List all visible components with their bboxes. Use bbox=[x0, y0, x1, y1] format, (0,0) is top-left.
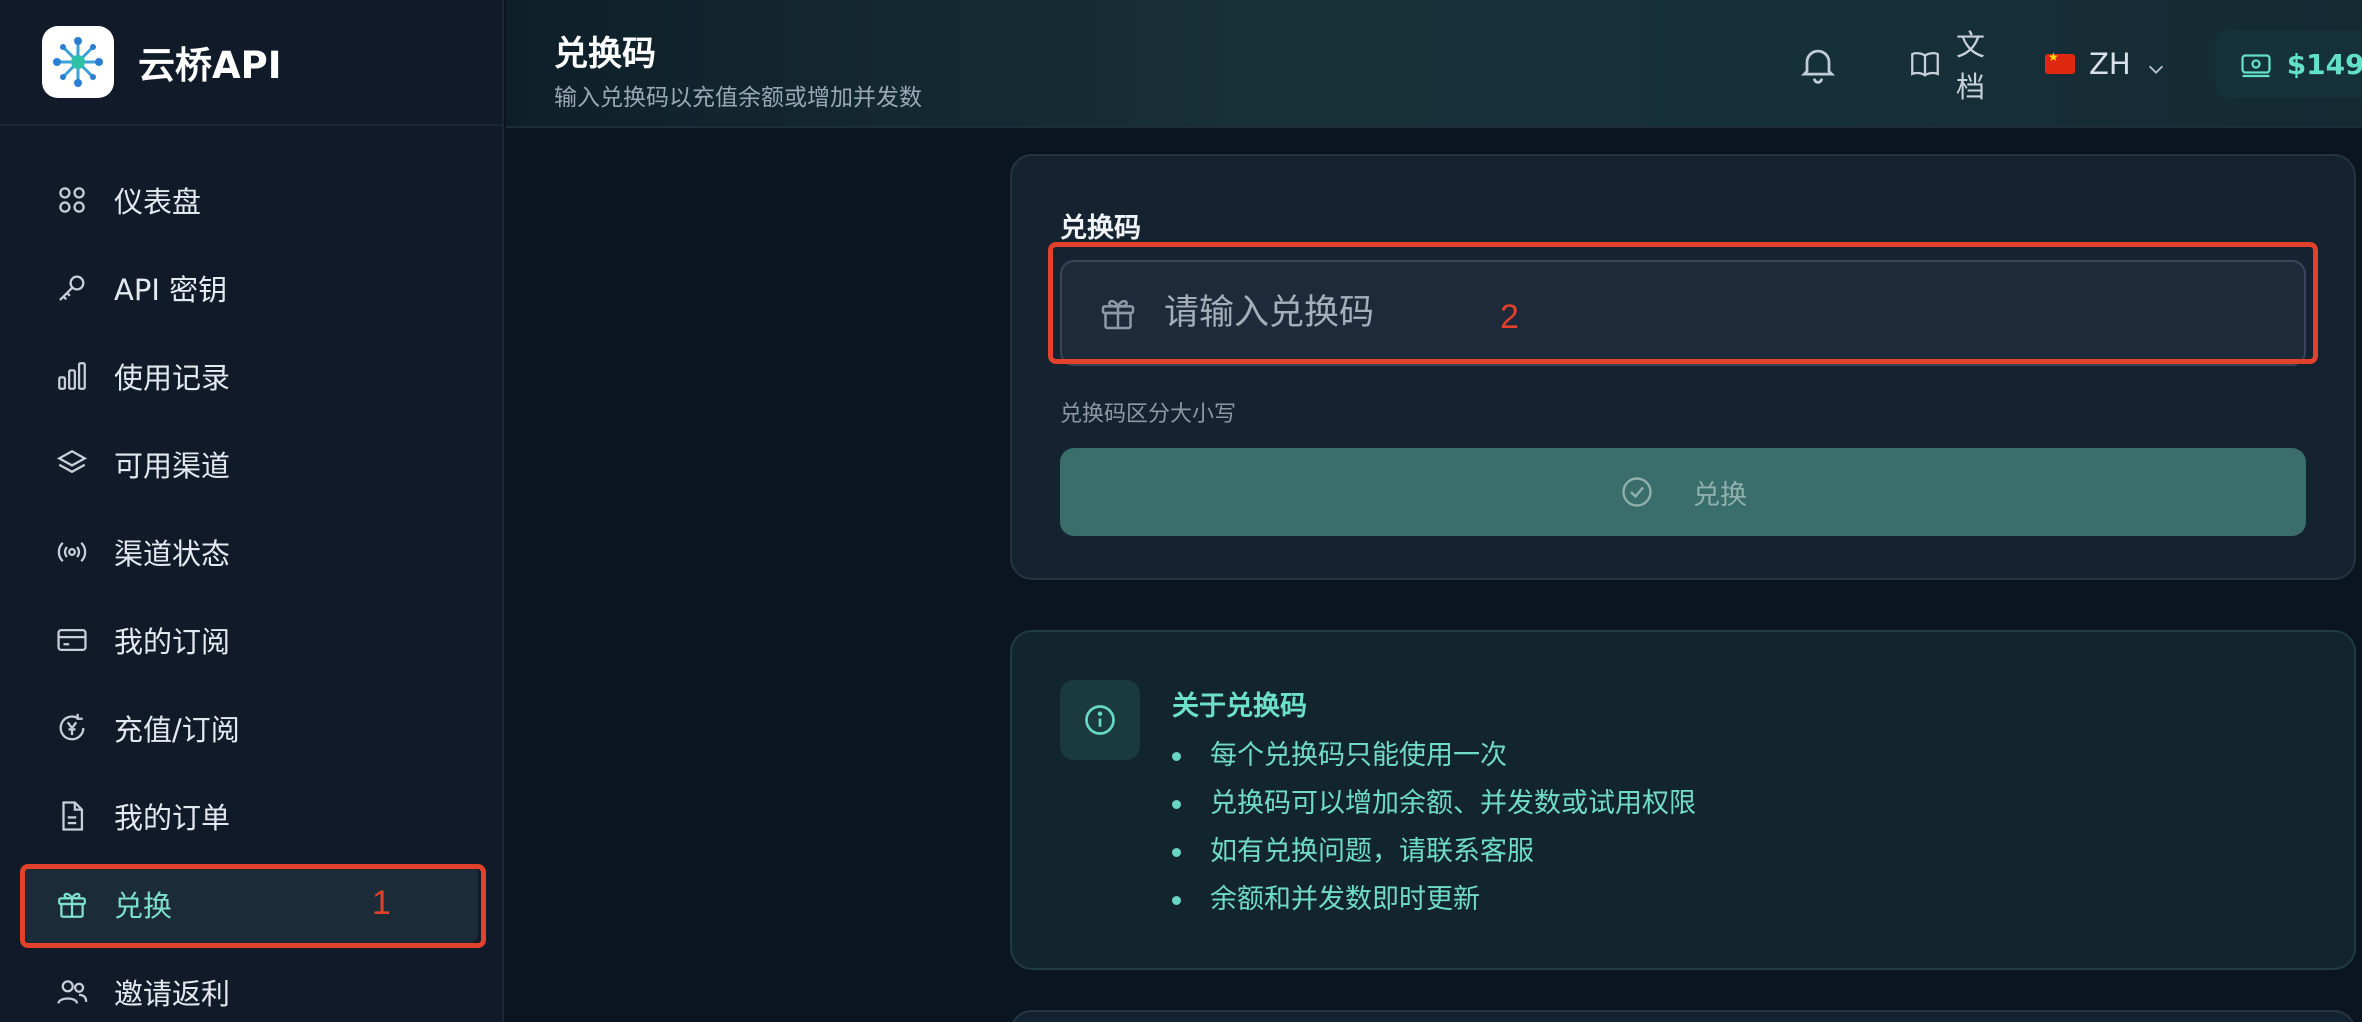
book-icon bbox=[1908, 47, 1942, 81]
brand[interactable]: 云桥API bbox=[0, 0, 502, 126]
info-title: 关于兑换码 bbox=[1172, 691, 1307, 722]
gift-icon bbox=[1098, 293, 1138, 333]
info-list: 每个兑换码只能使用一次 兑换码可以增加余额、并发数或试用权限 如有兑换问题，请联… bbox=[1172, 732, 1696, 924]
balance-badge[interactable]: $149 bbox=[2214, 30, 2362, 98]
sidebar-item-label: 仪表盘 bbox=[114, 185, 202, 219]
sidebar-item-label: 我的订阅 bbox=[114, 625, 231, 659]
redeem-code-input[interactable] bbox=[1164, 293, 1764, 333]
language-label: ZH bbox=[2089, 47, 2131, 81]
document-icon bbox=[52, 796, 92, 836]
sidebar-item-api-keys[interactable]: API 密钥 bbox=[24, 248, 478, 328]
sidebar-item-label: 我的订单 bbox=[114, 801, 231, 835]
sidebar-item-referral[interactable]: 邀请返利 bbox=[24, 952, 478, 1022]
card-icon bbox=[52, 620, 92, 660]
sidebar-item-orders[interactable]: 我的订单 bbox=[24, 776, 478, 856]
case-sensitive-hint: 兑换码区分大小写 bbox=[1060, 402, 1237, 427]
sidebar-item-channels[interactable]: 可用渠道 bbox=[24, 424, 478, 504]
info-list-item: 余额和并发数即时更新 bbox=[1172, 876, 1696, 924]
sidebar-item-usage[interactable]: 使用记录 bbox=[24, 336, 478, 416]
china-flag-icon bbox=[2045, 50, 2076, 74]
layers-icon bbox=[52, 444, 92, 484]
network-hub-icon bbox=[42, 26, 114, 98]
annotation-number-1: 1 bbox=[372, 884, 391, 922]
top-actions: 文档 ZH $149 bbox=[1796, 0, 2362, 128]
sidebar-nav: 仪表盘 API 密钥 使用记录 可用渠道 渠道状态 我的订阅 充值/订阅 我的订… bbox=[0, 126, 502, 1022]
language-selector[interactable]: ZH bbox=[2045, 47, 2167, 81]
sidebar-item-recharge[interactable]: 充值/订阅 bbox=[24, 688, 478, 768]
sidebar-item-label: 可用渠道 bbox=[114, 449, 231, 483]
money-icon bbox=[2239, 47, 2273, 81]
redeem-button[interactable]: 兑换 bbox=[1060, 448, 2306, 536]
info-card: 关于兑换码 每个兑换码只能使用一次 兑换码可以增加余额、并发数或试用权限 如有兑… bbox=[1010, 630, 2356, 970]
redeem-card: 兑换码 兑换码区分大小写 兑换 bbox=[1010, 154, 2356, 580]
gift-icon bbox=[52, 884, 92, 924]
redeem-button-label: 兑换 bbox=[1693, 479, 1747, 511]
redeem-code-label: 兑换码 bbox=[1060, 213, 1141, 244]
sidebar-item-label: 渠道状态 bbox=[114, 537, 231, 571]
sidebar-item-label: 使用记录 bbox=[114, 361, 231, 395]
bell-icon[interactable] bbox=[1796, 42, 1840, 86]
next-card bbox=[1010, 1010, 2356, 1022]
sidebar-item-redeem[interactable]: 兑换 bbox=[24, 864, 478, 944]
main-content: 兑换码 兑换码区分大小写 兑换 2 关于兑换码 bbox=[506, 130, 2362, 1022]
sidebar-item-label: 兑换 bbox=[114, 889, 173, 923]
annotation-number-2: 2 bbox=[1500, 298, 1519, 336]
bar-chart-icon bbox=[52, 356, 92, 396]
sidebar-item-dashboard[interactable]: 仪表盘 bbox=[24, 160, 478, 240]
users-icon bbox=[52, 972, 92, 1012]
check-circle-icon bbox=[1619, 474, 1655, 510]
sidebar: 云桥API 仪表盘 API 密钥 使用记录 可用渠道 渠道状态 我的订阅 充值/… bbox=[0, 0, 504, 1022]
info-list-item: 如有兑换问题，请联系客服 bbox=[1172, 828, 1696, 876]
info-list-item: 兑换码可以增加余额、并发数或试用权限 bbox=[1172, 780, 1696, 828]
broadcast-icon bbox=[52, 532, 92, 572]
yuan-refresh-icon bbox=[52, 708, 92, 748]
grid-icon bbox=[52, 180, 92, 220]
key-icon bbox=[52, 268, 92, 308]
topbar: 兑换码 输入兑换码以充值余额或增加并发数 文档 ZH bbox=[506, 0, 2362, 128]
sidebar-item-label: 邀请返利 bbox=[114, 977, 231, 1011]
page-title: 兑换码 bbox=[554, 34, 656, 74]
balance-value: $149 bbox=[2286, 47, 2362, 81]
brand-name: 云桥API bbox=[138, 44, 282, 87]
sidebar-item-channel-status[interactable]: 渠道状态 bbox=[24, 512, 478, 592]
redeem-code-field[interactable] bbox=[1060, 260, 2306, 366]
sidebar-item-label: API 密钥 bbox=[114, 273, 228, 307]
sidebar-item-label: 充值/订阅 bbox=[114, 713, 240, 747]
info-list-item: 每个兑换码只能使用一次 bbox=[1172, 732, 1696, 780]
docs-link[interactable]: 文档 bbox=[1908, 22, 1985, 106]
chevron-down-icon bbox=[2145, 53, 2167, 75]
info-icon bbox=[1060, 680, 1140, 760]
page-subtitle: 输入兑换码以充值余额或增加并发数 bbox=[554, 85, 922, 111]
sidebar-item-subscriptions[interactable]: 我的订阅 bbox=[24, 600, 478, 680]
docs-label: 文档 bbox=[1956, 28, 1986, 104]
